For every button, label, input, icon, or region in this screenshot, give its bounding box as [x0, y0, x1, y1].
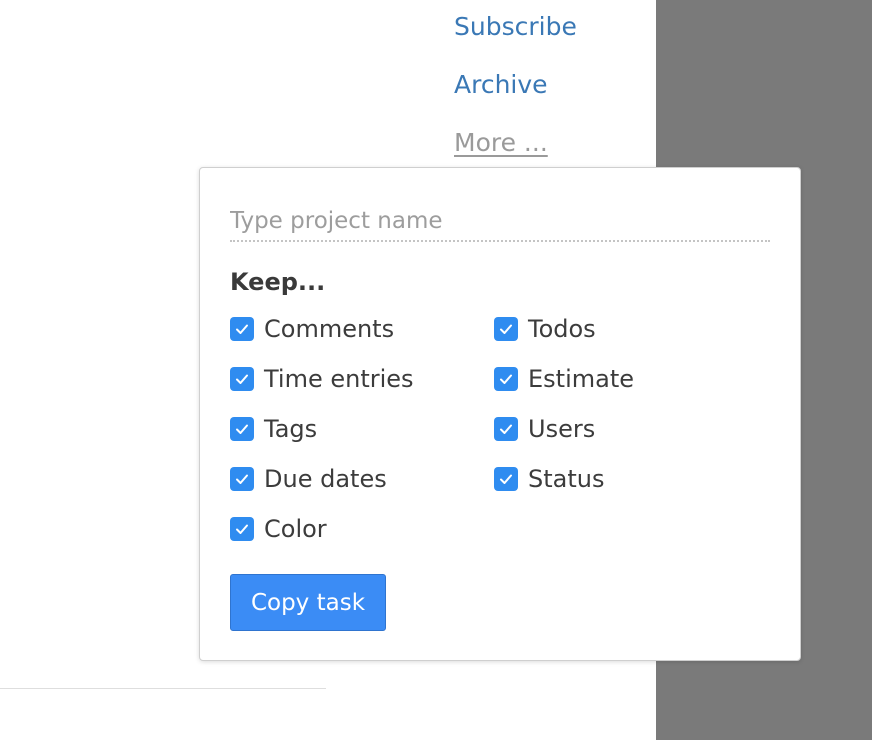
checkbox[interactable] [494, 417, 518, 441]
option-label: Color [264, 515, 327, 543]
checkmark-icon [500, 324, 512, 334]
option-status[interactable]: Status [494, 464, 604, 494]
project-name-input[interactable] [230, 202, 770, 242]
divider [0, 688, 326, 689]
option-comments[interactable]: Comments [230, 314, 394, 344]
checkmark-icon [236, 424, 248, 434]
checkbox[interactable] [230, 467, 254, 491]
page: Subscribe Archive More ... Keep... Comme… [0, 0, 872, 740]
more-link[interactable]: More ... [454, 128, 548, 157]
option-label: Due dates [264, 465, 387, 493]
checkmark-icon [500, 374, 512, 384]
checkbox[interactable] [494, 467, 518, 491]
checkbox[interactable] [230, 367, 254, 391]
option-users[interactable]: Users [494, 414, 595, 444]
checkmark-icon [236, 524, 248, 534]
checkmark-icon [236, 374, 248, 384]
option-todos[interactable]: Todos [494, 314, 596, 344]
checkbox[interactable] [230, 517, 254, 541]
option-tags[interactable]: Tags [230, 414, 317, 444]
archive-link[interactable]: Archive [454, 70, 548, 99]
option-label: Status [528, 465, 605, 493]
subscribe-link[interactable]: Subscribe [454, 12, 577, 41]
checkmark-icon [236, 324, 248, 334]
option-due-dates[interactable]: Due dates [230, 464, 387, 494]
checkmark-icon [500, 424, 512, 434]
copy-task-popover: Keep... Comments Time entries Tags Due d… [199, 167, 801, 661]
option-estimate[interactable]: Estimate [494, 364, 634, 394]
checkbox[interactable] [230, 317, 254, 341]
checkbox[interactable] [494, 317, 518, 341]
checkmark-icon [500, 474, 512, 484]
keep-heading: Keep... [230, 268, 326, 296]
checkmark-icon [236, 474, 248, 484]
copy-task-button[interactable]: Copy task [230, 574, 386, 631]
checkbox[interactable] [494, 367, 518, 391]
option-time-entries[interactable]: Time entries [230, 364, 414, 394]
option-label: Todos [528, 315, 596, 343]
option-label: Time entries [264, 365, 414, 393]
option-color[interactable]: Color [230, 514, 327, 544]
option-label: Users [528, 415, 596, 443]
option-label: Tags [264, 415, 318, 443]
option-label: Estimate [528, 365, 635, 393]
checkbox[interactable] [230, 417, 254, 441]
option-label: Comments [264, 315, 395, 343]
